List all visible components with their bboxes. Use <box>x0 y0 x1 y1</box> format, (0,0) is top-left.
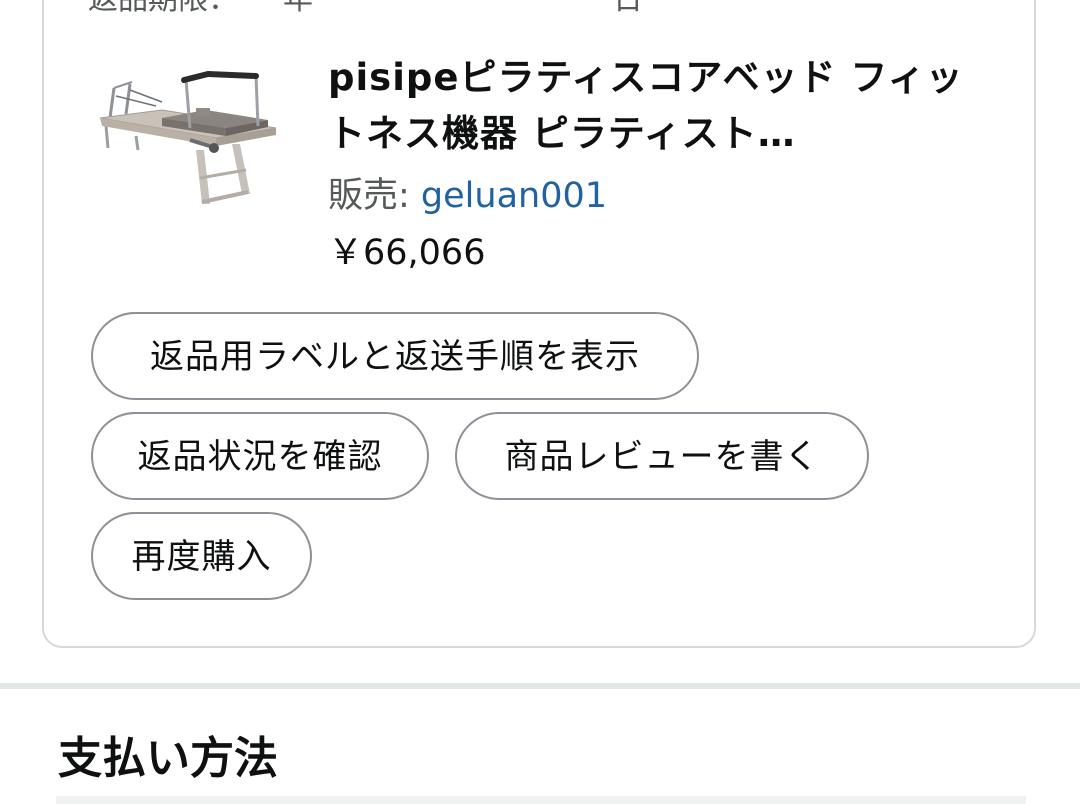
seller-name-link[interactable]: geluan001 <box>421 176 607 216</box>
section-divider <box>0 683 1080 689</box>
payment-method-heading: 支払い方法 <box>58 733 278 784</box>
payment-section-top-edge <box>56 796 1026 804</box>
check-return-status-button[interactable]: 返品状況を確認 <box>91 412 429 500</box>
seller-info: 販売: geluan001 <box>328 167 607 218</box>
write-review-button[interactable]: 商品レビューを書く <box>455 412 869 500</box>
buy-again-button[interactable]: 再度購入 <box>91 512 312 600</box>
product-price: ￥66,066 <box>328 233 486 273</box>
seller-label: 販売: <box>328 176 421 216</box>
product-image[interactable] <box>96 66 282 216</box>
pilates-reformer-image <box>99 71 277 204</box>
product-title-link[interactable]: pisipeピラティスコアベッド フィットネス機器 ピラティスト… <box>328 50 978 162</box>
order-details-page: 返品期限： 年 日 <box>0 0 1080 804</box>
view-return-label-button[interactable]: 返品用ラベルと返送手順を表示 <box>91 312 699 400</box>
return-deadline-text: 返品期限： 年 日 <box>88 0 643 18</box>
